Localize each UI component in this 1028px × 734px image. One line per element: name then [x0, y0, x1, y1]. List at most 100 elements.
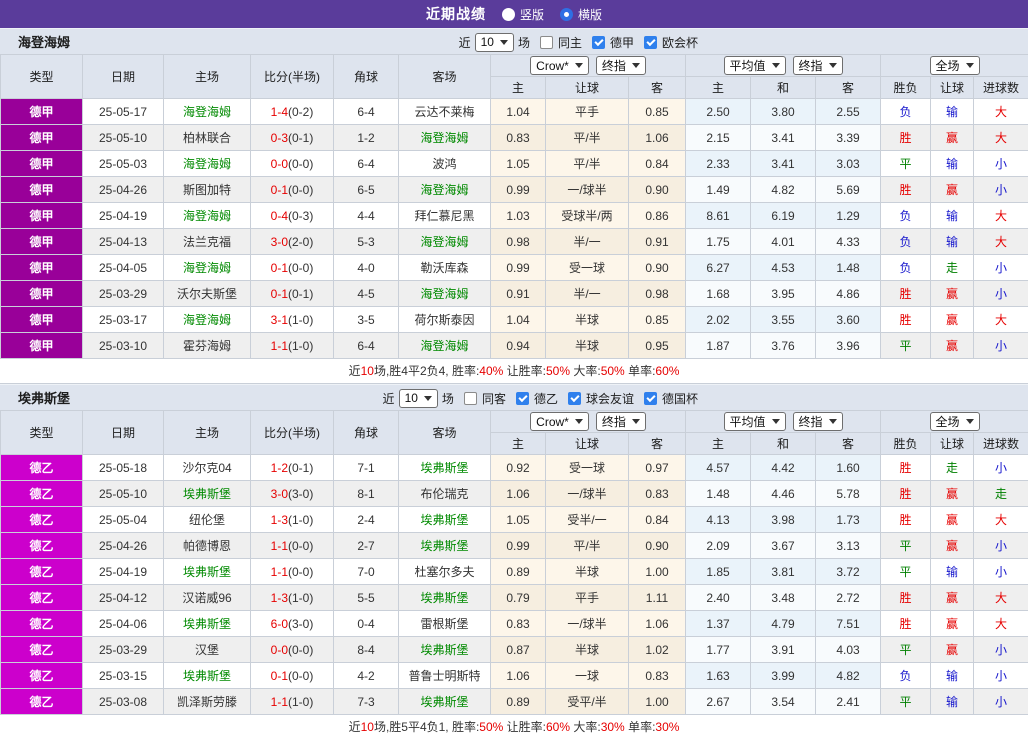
- home-team[interactable]: 纽伦堡: [163, 506, 251, 533]
- bookmaker-select[interactable]: Crow*: [530, 56, 589, 75]
- home-team[interactable]: 海登海姆: [163, 202, 251, 229]
- home-team[interactable]: 埃弗斯堡: [163, 610, 251, 637]
- fullmatch-select[interactable]: 全场: [929, 412, 980, 431]
- match-date: 25-04-19: [82, 202, 164, 229]
- layout-option-horizontal[interactable]: 横版: [560, 6, 602, 23]
- away-team[interactable]: 雷根斯堡: [398, 610, 491, 637]
- layout-option-vertical[interactable]: 竖版: [501, 6, 544, 23]
- competition-filter-2-label[interactable]: 德国杯: [662, 390, 698, 407]
- corner-score: 8-4: [333, 636, 399, 663]
- home-team[interactable]: 汉堡: [163, 636, 251, 663]
- same-venue-label[interactable]: 同主: [558, 34, 582, 51]
- home-team[interactable]: 汉诺威96: [163, 584, 251, 611]
- away-team[interactable]: 海登海姆: [398, 280, 491, 307]
- radio-horizontal-label[interactable]: 横版: [578, 6, 602, 23]
- competition-filter-0-checkbox[interactable]: [591, 35, 605, 49]
- match-score: 3-1(1-0): [250, 306, 334, 333]
- average-select[interactable]: 平均值: [723, 56, 786, 75]
- bookmaker-select[interactable]: Crow*: [530, 412, 589, 431]
- away-team[interactable]: 波鸿: [398, 150, 491, 177]
- competition-filter-0-label[interactable]: 德乙: [534, 390, 558, 407]
- away-team[interactable]: 埃弗斯堡: [398, 688, 491, 715]
- home-team[interactable]: 埃弗斯堡: [163, 480, 251, 507]
- away-team[interactable]: 拜仁慕尼黑: [398, 202, 491, 229]
- final-odds-select[interactable]: 终指: [595, 412, 646, 431]
- home-team[interactable]: 斯图加特: [163, 176, 251, 203]
- away-team[interactable]: 埃弗斯堡: [398, 636, 491, 663]
- recent-count-value: 10: [404, 391, 418, 405]
- same-venue-label[interactable]: 同客: [482, 390, 506, 407]
- recent-count-select[interactable]: 10: [474, 32, 514, 52]
- home-team[interactable]: 海登海姆: [163, 98, 251, 125]
- recent-count-select[interactable]: 10: [398, 388, 438, 408]
- bookmaker-select-value: Crow*: [536, 58, 569, 73]
- home-team[interactable]: 法兰克福: [163, 228, 251, 255]
- competition-filter-1-label[interactable]: 欧会杯: [662, 34, 698, 51]
- final-average-select[interactable]: 终指: [792, 56, 843, 75]
- match-score: 1-4(0-2): [250, 98, 334, 125]
- result-handicap: 输: [930, 662, 975, 689]
- match-date: 25-03-29: [82, 636, 164, 663]
- result-outcome: 平: [880, 332, 932, 359]
- summary-segment: 让胜率:: [503, 720, 546, 734]
- competition-filter-0-checkbox[interactable]: [515, 391, 529, 405]
- competition-filter-1-label[interactable]: 球会友谊: [586, 390, 634, 407]
- fulltime-score: 1-4: [270, 104, 288, 119]
- match-row: 德乙 25-04-12 汉诺威96 1-3(1-0) 5-5 埃弗斯堡 0.79 平手 1.11…: [0, 584, 1028, 611]
- avg-home: 1.75: [685, 228, 752, 255]
- away-team[interactable]: 云达不莱梅: [398, 98, 491, 125]
- home-team[interactable]: 海登海姆: [163, 254, 251, 281]
- competition-filter-1-checkbox[interactable]: [567, 391, 581, 405]
- home-team[interactable]: 海登海姆: [163, 306, 251, 333]
- home-team[interactable]: 凯泽斯劳滕: [163, 688, 251, 715]
- same-venue-checkbox[interactable]: [539, 35, 553, 49]
- chevron-down-icon: [499, 39, 508, 45]
- final-average-select[interactable]: 终指: [792, 412, 843, 431]
- home-team[interactable]: 帕德博恩: [163, 532, 251, 559]
- away-team[interactable]: 勒沃库森: [398, 254, 491, 281]
- home-team[interactable]: 柏林联合: [163, 124, 251, 151]
- home-team[interactable]: 海登海姆: [163, 150, 251, 177]
- competition-filter-2-checkbox[interactable]: [643, 391, 657, 405]
- radio-vertical-label[interactable]: 竖版: [520, 6, 544, 23]
- away-team[interactable]: 布伦瑞克: [398, 480, 491, 507]
- radio-horizontal-icon[interactable]: [560, 7, 573, 21]
- final-odds-select[interactable]: 终指: [595, 56, 646, 75]
- result-outcome: 负: [880, 662, 932, 689]
- home-team[interactable]: 埃弗斯堡: [163, 662, 251, 689]
- away-team[interactable]: 埃弗斯堡: [398, 454, 491, 481]
- result-goals: 小: [973, 280, 1028, 307]
- match-row: 德甲 25-04-19 海登海姆 0-4(0-3) 4-4 拜仁慕尼黑 1.03 受球半/两 0…: [0, 202, 1028, 229]
- away-team[interactable]: 杜塞尔多夫: [398, 558, 491, 585]
- away-team[interactable]: 海登海姆: [398, 332, 491, 359]
- match-date: 25-04-26: [82, 176, 164, 203]
- summary-segment: 50%: [546, 364, 571, 378]
- avg-draw: 3.95: [750, 280, 817, 307]
- competition-filter-1-checkbox[interactable]: [643, 35, 657, 49]
- result-goals: 大: [973, 306, 1028, 333]
- home-team[interactable]: 埃弗斯堡: [163, 558, 251, 585]
- home-team[interactable]: 沙尔克04: [163, 454, 251, 481]
- away-team[interactable]: 海登海姆: [398, 228, 491, 255]
- summary-segment: 50%: [600, 364, 625, 378]
- competition-filter-0-label[interactable]: 德甲: [610, 34, 634, 51]
- average-select[interactable]: 平均值: [723, 412, 786, 431]
- home-team[interactable]: 霍芬海姆: [163, 332, 251, 359]
- away-team[interactable]: 埃弗斯堡: [398, 506, 491, 533]
- away-team[interactable]: 埃弗斯堡: [398, 532, 491, 559]
- same-venue-checkbox[interactable]: [463, 391, 477, 405]
- match-score: 1-1(1-0): [250, 688, 334, 715]
- away-team[interactable]: 海登海姆: [398, 124, 491, 151]
- away-team[interactable]: 普鲁士明斯特: [398, 662, 491, 689]
- radio-vertical-icon[interactable]: [501, 7, 515, 21]
- col-avg-away: 客: [815, 432, 882, 455]
- home-team[interactable]: 沃尔夫斯堡: [163, 280, 251, 307]
- odds-handicap: 一/球半: [545, 480, 629, 507]
- away-team[interactable]: 海登海姆: [398, 176, 491, 203]
- odds-away: 0.98: [627, 280, 687, 307]
- fullmatch-select[interactable]: 全场: [929, 56, 980, 75]
- odds-away: 1.06: [627, 124, 687, 151]
- away-team[interactable]: 荷尔斯泰因: [398, 306, 491, 333]
- away-team[interactable]: 埃弗斯堡: [398, 584, 491, 611]
- result-goals: 小: [973, 558, 1028, 585]
